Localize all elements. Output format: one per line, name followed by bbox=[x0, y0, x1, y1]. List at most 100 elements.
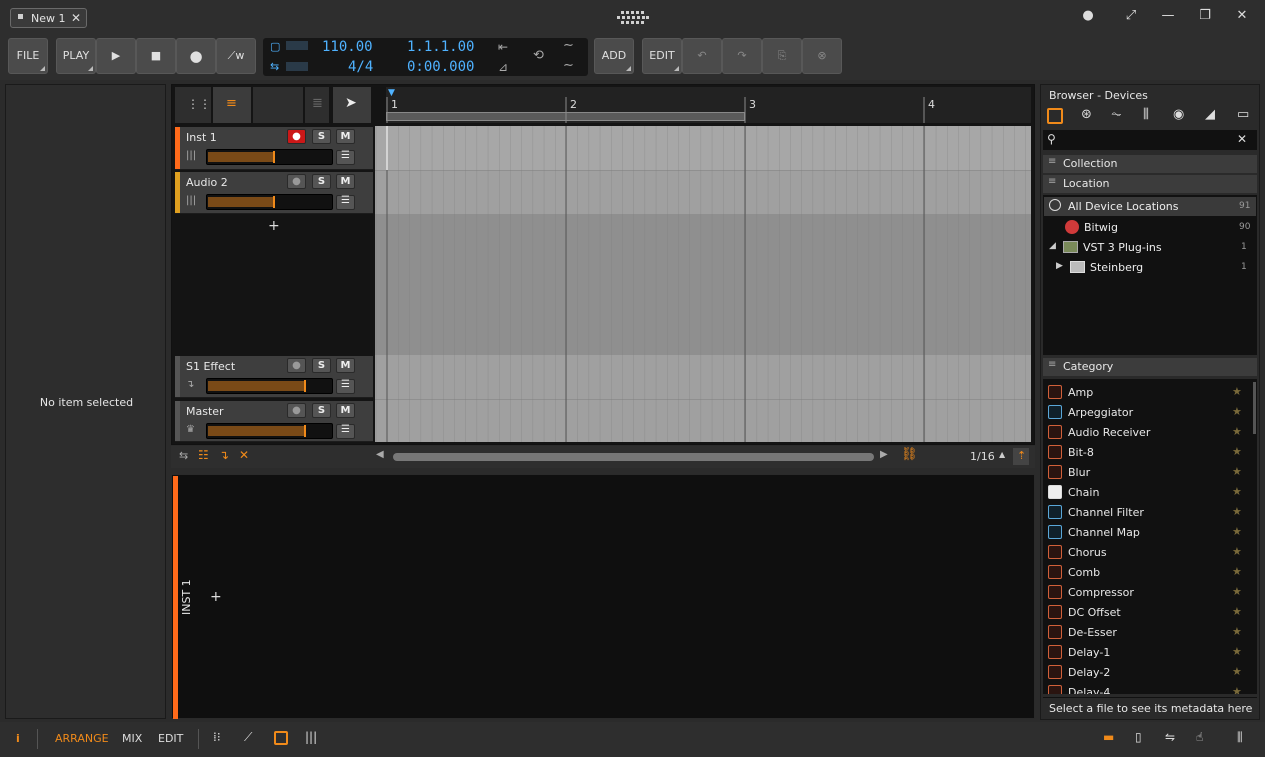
close-window-icon[interactable]: ✕ bbox=[1232, 8, 1252, 26]
category-item[interactable]: Blur ★ bbox=[1046, 463, 1258, 483]
follow-playhead-icon[interactable]: ⛓ bbox=[901, 447, 918, 462]
automation-write-button[interactable]: ⟋w bbox=[216, 38, 256, 74]
category-header[interactable]: ≡ Category bbox=[1043, 358, 1257, 376]
volume-fader[interactable] bbox=[206, 378, 333, 394]
fullscreen-icon[interactable]: ⤢ bbox=[1121, 8, 1141, 26]
location-vst3[interactable]: ◢ VST 3 Plug-ins 1 bbox=[1044, 238, 1256, 257]
category-item[interactable]: Channel Map ★ bbox=[1046, 523, 1258, 543]
volume-fader[interactable] bbox=[206, 194, 333, 210]
automation-editor-icon[interactable]: ⟋ bbox=[244, 730, 252, 745]
favorite-star-icon[interactable]: ★ bbox=[1232, 545, 1242, 558]
arrange-timeline[interactable] bbox=[375, 126, 1031, 442]
metronome-icon[interactable]: ⊿ bbox=[498, 60, 508, 74]
track-name[interactable]: Audio 2 bbox=[186, 176, 228, 189]
presets-tab-icon[interactable]: ⊛ bbox=[1081, 107, 1092, 122]
location-header[interactable]: ≡ Location bbox=[1043, 175, 1257, 193]
browser-panel-icon[interactable]: ▬ bbox=[1103, 730, 1114, 744]
swap-icon[interactable]: ⇆ bbox=[179, 449, 188, 462]
music-tab-icon[interactable]: ◉ bbox=[1173, 107, 1184, 122]
record-arm-button[interactable]: ● bbox=[287, 358, 306, 373]
favorite-star-icon[interactable]: ★ bbox=[1232, 625, 1242, 638]
device-panel-icon[interactable] bbox=[274, 731, 288, 745]
arrange-tab[interactable]: ARRANGE bbox=[55, 732, 109, 745]
play-menu-button[interactable]: PLAY bbox=[56, 38, 96, 74]
favorite-star-icon[interactable]: ★ bbox=[1232, 565, 1242, 578]
timeline-ruler[interactable]: ▼ 1 2 3 4 bbox=[386, 87, 1031, 123]
restore-icon[interactable]: ❐ bbox=[1195, 8, 1215, 26]
punch-in-icon[interactable]: ∼ bbox=[563, 38, 574, 53]
stop-button[interactable]: ■ bbox=[136, 38, 176, 74]
solo-button[interactable]: S bbox=[312, 174, 331, 189]
minimize-icon[interactable]: — bbox=[1158, 8, 1178, 26]
favorite-star-icon[interactable]: ★ bbox=[1232, 405, 1242, 418]
loop-region-icon[interactable]: ▢ bbox=[270, 40, 280, 53]
track-audio-2[interactable]: Audio 2 ● S M ||| bbox=[175, 172, 373, 214]
location-steinberg[interactable]: ▶ Steinberg 1 bbox=[1044, 258, 1256, 277]
add-device-button[interactable]: + bbox=[210, 589, 222, 605]
layout-toggle[interactable]: ≣ bbox=[305, 87, 329, 123]
samples-tab-icon[interactable]: ⏦ bbox=[1111, 107, 1122, 122]
category-item[interactable]: De-Esser ★ bbox=[1046, 623, 1258, 643]
redo-button[interactable]: ↷ bbox=[722, 38, 762, 74]
record-arm-button[interactable]: ● bbox=[287, 129, 306, 144]
favorite-star-icon[interactable]: ★ bbox=[1232, 605, 1242, 618]
tempo-display[interactable]: 110.00 bbox=[322, 39, 373, 55]
collection-header[interactable]: ≡ Collection bbox=[1043, 155, 1257, 173]
solo-button[interactable]: S bbox=[312, 129, 331, 144]
mute-button[interactable]: M bbox=[336, 358, 355, 373]
favorite-star-icon[interactable]: ★ bbox=[1232, 525, 1242, 538]
category-item[interactable]: Delay-4 ★ bbox=[1046, 683, 1258, 694]
favorite-star-icon[interactable]: ★ bbox=[1232, 585, 1242, 598]
mixer-panel-icon[interactable]: ||| bbox=[305, 730, 317, 744]
info-icon[interactable]: i bbox=[16, 732, 20, 745]
track-menu-icon[interactable] bbox=[336, 379, 355, 394]
clips-tab-icon[interactable]: ◢ bbox=[1205, 107, 1215, 122]
category-item[interactable]: DC Offset ★ bbox=[1046, 603, 1258, 623]
volume-fader[interactable] bbox=[206, 423, 333, 439]
play-button[interactable]: ▶ bbox=[96, 38, 136, 74]
favorite-star-icon[interactable]: ★ bbox=[1232, 685, 1242, 694]
expand-arrow-icon[interactable]: ▶ bbox=[1056, 261, 1063, 271]
note-editor-icon[interactable]: ⁞⁝ bbox=[213, 730, 221, 744]
undo-button[interactable]: ↶ bbox=[682, 38, 722, 74]
time-signature[interactable]: 4/4 bbox=[348, 59, 373, 75]
arranger-toggle[interactable]: ≡ bbox=[213, 87, 251, 123]
multisamples-tab-icon[interactable]: ⫼ bbox=[1143, 107, 1149, 122]
add-track-button[interactable]: + bbox=[268, 218, 280, 234]
favorite-star-icon[interactable]: ★ bbox=[1232, 445, 1242, 458]
category-item[interactable]: Amp ★ bbox=[1046, 383, 1258, 403]
collapse-arrow-icon[interactable]: ◢ bbox=[1049, 241, 1056, 251]
clip-launcher-toggle[interactable]: ⋮⋮ bbox=[175, 87, 211, 123]
mute-button[interactable]: M bbox=[336, 174, 355, 189]
pre-roll-icon[interactable]: ⇤ bbox=[498, 40, 508, 54]
track-menu-icon[interactable] bbox=[336, 424, 355, 439]
category-item[interactable]: Comb ★ bbox=[1046, 563, 1258, 583]
mute-button[interactable]: M bbox=[336, 129, 355, 144]
paste-button[interactable]: ⎘ bbox=[762, 38, 802, 74]
track-list-icon[interactable]: ☷ bbox=[198, 448, 209, 462]
track-menu-icon[interactable] bbox=[336, 195, 355, 210]
add-button[interactable]: ADD bbox=[594, 38, 634, 74]
tool-select[interactable]: ➤ bbox=[333, 87, 371, 123]
track-s1-effect[interactable]: S1 Effect ● S M ↴ bbox=[175, 356, 373, 398]
snap-button[interactable]: ⇡ bbox=[1013, 448, 1029, 465]
favorite-star-icon[interactable]: ★ bbox=[1232, 665, 1242, 678]
project-panel-icon[interactable]: ▯ bbox=[1135, 730, 1142, 744]
favorite-star-icon[interactable]: ★ bbox=[1232, 645, 1242, 658]
mapping-panel-icon[interactable]: ⇋ bbox=[1165, 730, 1175, 744]
position-display[interactable]: 1.1.1.00 bbox=[407, 39, 474, 55]
favorite-star-icon[interactable]: ★ bbox=[1232, 385, 1242, 398]
file-button[interactable]: FILE bbox=[8, 38, 48, 74]
edit-tab[interactable]: EDIT bbox=[158, 732, 183, 745]
grid-dropdown-icon[interactable]: ▲ bbox=[999, 450, 1005, 459]
mix-tab[interactable]: MIX bbox=[122, 732, 142, 745]
favorite-star-icon[interactable]: ★ bbox=[1232, 505, 1242, 518]
project-tab[interactable]: New 1 ✕ bbox=[10, 8, 87, 28]
delete-button[interactable]: ⊗ bbox=[802, 38, 842, 74]
location-all[interactable]: All Device Locations 91 bbox=[1044, 197, 1256, 216]
record-arm-button[interactable]: ● bbox=[287, 174, 306, 189]
track-master[interactable]: Master ● S M ♛ bbox=[175, 401, 373, 442]
category-item[interactable]: Chain ★ bbox=[1046, 483, 1258, 503]
sync-icon[interactable]: ⇆ bbox=[270, 60, 279, 73]
track-name[interactable]: Master bbox=[186, 405, 224, 418]
